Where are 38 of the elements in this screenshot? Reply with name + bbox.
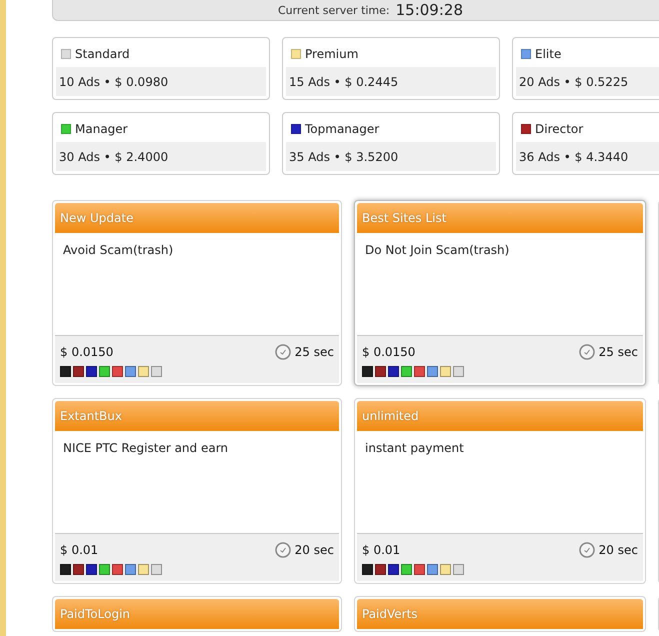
ad-price: $ 0.01	[60, 543, 98, 557]
membership-name: Manager	[75, 122, 128, 136]
membership-name: Director	[535, 122, 584, 136]
clock-icon	[274, 344, 291, 360]
membership-name: Topmanager	[305, 122, 380, 136]
ad-card[interactable]: unlimited instant payment $ 0.01 20 sec	[354, 398, 646, 584]
membership-name: Elite	[535, 47, 562, 61]
ad-card[interactable]: ExtantBux NICE PTC Register and earn $ 0.01 20 sec	[52, 398, 342, 584]
clock-icon	[578, 344, 595, 360]
ad-title: ExtantBux	[55, 401, 339, 431]
membership-name: Premium	[305, 47, 358, 61]
ad-price: $ 0.0150	[60, 345, 114, 359]
ad-duration: 25 sec	[294, 345, 334, 359]
membership-price: 30 Ads • $ 2.4000	[56, 142, 266, 171]
membership-price: 20 Ads • $ 0.5225	[516, 67, 659, 96]
clock-icon	[274, 542, 291, 558]
ad-description: Avoid Scam(trash)	[62, 242, 174, 259]
membership-name: Standard	[75, 47, 130, 61]
ad-title: Best Sites List	[357, 203, 643, 233]
ad-description: Do Not Join Scam(trash)	[364, 242, 510, 259]
ad-duration: 20 sec	[294, 543, 334, 557]
ad-card[interactable]: Best Sites List Do Not Join Scam(trash) $ 0.0150 25 sec	[354, 200, 646, 386]
ad-price: $ 0.0150	[362, 345, 416, 359]
ad-price: $ 0.01	[362, 543, 400, 557]
ad-title: New Update	[55, 203, 339, 233]
ad-duration: 20 sec	[598, 543, 638, 557]
server-time: 15:09:28	[396, 1, 463, 19]
ad-description: NICE PTC Register and earn	[62, 440, 230, 457]
ad-title: unlimited	[357, 401, 643, 431]
ad-card[interactable]: New Update Avoid Scam(trash) $ 0.0150 25 sec	[52, 200, 342, 386]
server-time-label: Current server time:	[278, 4, 390, 16]
ad-description: instant payment	[364, 440, 465, 457]
membership-price: 35 Ads • $ 3.5200	[286, 142, 496, 171]
membership-price: 36 Ads • $ 4.3440	[516, 142, 659, 171]
membership-price: 15 Ads • $ 0.2445	[286, 67, 496, 96]
clock-icon	[578, 542, 595, 558]
membership-price: 10 Ads • $ 0.0980	[56, 67, 266, 96]
ad-duration: 25 sec	[598, 345, 638, 359]
